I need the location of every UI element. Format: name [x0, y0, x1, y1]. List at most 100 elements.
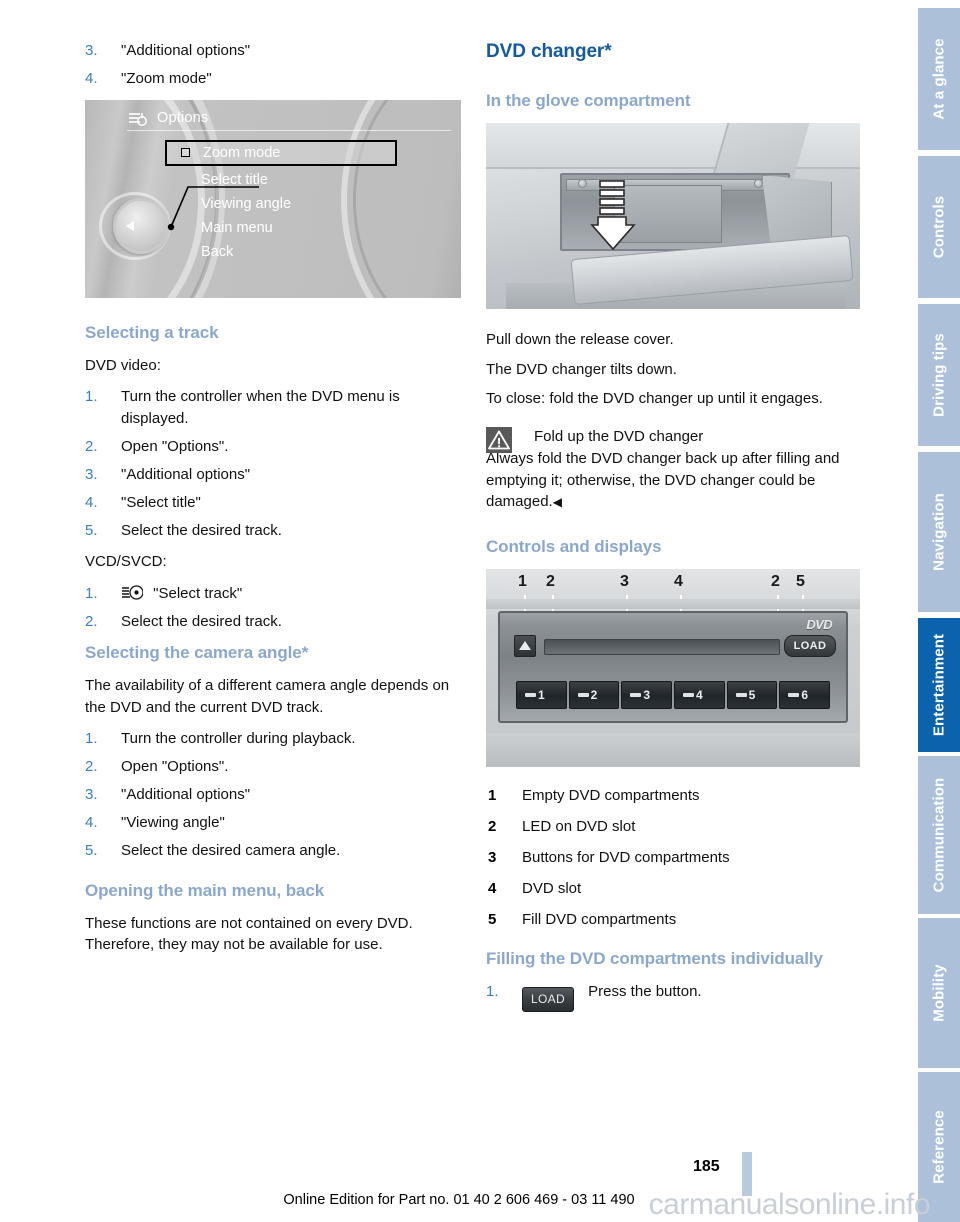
load-button-icon[interactable]: LOAD [522, 987, 574, 1012]
idrive-menu-item-main-menu[interactable]: Main menu [165, 216, 397, 240]
idrive-menu-item-label: Viewing angle [201, 195, 292, 212]
tab-entertainment[interactable]: Entertainment [918, 618, 960, 752]
idrive-controller-knob[interactable] [113, 197, 169, 254]
step-text: "Zoom mode" [121, 70, 212, 87]
tab-mobility[interactable]: Mobility [918, 918, 960, 1068]
idrive-menu-item-select-title[interactable]: Select title [165, 168, 397, 192]
tab-communication[interactable]: Communication [918, 756, 960, 914]
list-item: 2. Select the desired track. [85, 611, 463, 633]
checkbox-icon [181, 147, 190, 157]
tab-label: At a glance [930, 38, 948, 120]
compartment-button-5[interactable]: 5 [726, 680, 778, 709]
tab-label: Entertainment [930, 633, 948, 737]
dvd-changer-unit: DVD LOAD 1 2 3 4 5 6 [498, 610, 848, 723]
list-item: 5. Select the desired track. [85, 520, 463, 542]
list-item: 4 DVD slot [486, 878, 864, 900]
compartment-button-label: 5 [748, 687, 756, 702]
step-text: "Select track" [153, 584, 243, 602]
manual-page: 3. "Additional options" 4. "Zoom mode" O… [0, 0, 960, 1222]
warning-block: Fold up the DVD changer Always fold the … [486, 426, 864, 514]
list-item: 5 Fill DVD compartments [486, 909, 864, 931]
step-number: 1. [85, 388, 98, 405]
compartment-button-6[interactable]: 6 [779, 680, 831, 709]
legend-number: 2 [488, 817, 497, 835]
load-button[interactable]: LOAD [784, 634, 836, 657]
legend-number: 5 [488, 910, 497, 928]
step-number: 4. [85, 493, 98, 511]
trim-panel-bottom [486, 732, 860, 767]
selecting-track-lead: DVD video: [85, 356, 161, 374]
tab-label: Driving tips [930, 333, 948, 417]
tab-at-a-glance[interactable]: At a glance [918, 8, 960, 150]
warning-text-body: Always fold the DVD changer back up afte… [486, 450, 840, 510]
step-number: 4. [85, 70, 98, 87]
tab-label: Reference [930, 1110, 948, 1184]
idrive-menu-item-zoom-mode[interactable]: Zoom mode [165, 139, 397, 166]
dashboard-surface [486, 123, 860, 169]
step-text: "Additional options" [121, 465, 251, 483]
step-text: Select the desired track. [121, 612, 282, 630]
list-item: 3. "Additional options" [85, 40, 463, 62]
idrive-menu-item-label: Zoom mode [203, 144, 281, 161]
list-item: 2. Open "Options". [85, 436, 463, 458]
vcd-svcd-lead: VCD/SVCD: [85, 553, 167, 570]
step-number: 2. [85, 612, 98, 630]
list-item: 1. Turn the controller during playback. [85, 728, 463, 750]
list-item: 4. "Viewing angle" [85, 812, 463, 834]
tab-driving-tips[interactable]: Driving tips [918, 304, 960, 446]
list-item: 4. "Select title" [85, 492, 463, 514]
callout-number: 4 [674, 572, 683, 590]
compartment-button-4[interactable]: 4 [674, 680, 725, 709]
compartment-button-label: 6 [801, 687, 809, 702]
tab-reference[interactable]: Reference [918, 1072, 960, 1222]
glove-compartment-dvd-changer-photo [486, 123, 860, 309]
idrive-menu-item-viewing-angle[interactable]: Viewing angle [165, 192, 397, 216]
chapter-tab-rail: At a glance Controls Driving tips Naviga… [918, 0, 960, 1222]
step-number: 1. [85, 584, 98, 602]
footer-edition-line: Online Edition for Part no. 01 40 2 606 … [283, 1192, 635, 1208]
selecting-track-steps: 1. Turn the controller when the DVD menu… [85, 386, 463, 541]
legend-number: 4 [488, 879, 497, 897]
step-text: Turn the controller when the DVD menu is… [121, 388, 400, 427]
left-column: 3. "Additional options" 4. "Zoom mode" O… [85, 40, 463, 964]
zoom-mode-steps: 3. "Additional options" 4. "Zoom mode" [85, 40, 463, 90]
dvd-changer-front-panel-photo: 1 2 3 4 2 5 DVD LOAD 1 2 3 4 5 6 [486, 568, 860, 767]
callout-number: 2 [771, 572, 780, 590]
idrive-menu-item-back[interactable]: Back [165, 240, 397, 264]
idrive-menu-list: Zoom mode Select title Viewing angle Mai… [165, 139, 397, 264]
glove-line-1: Pull down the release cover. [486, 331, 674, 348]
legend-number: 3 [488, 848, 497, 866]
compartment-button-2[interactable]: 2 [568, 680, 620, 709]
idrive-header-label: Options [157, 109, 209, 126]
trim-panel-top [486, 598, 860, 609]
list-item: 1. Turn the controller when the DVD menu… [85, 386, 463, 429]
glove-line-3: To close: fold the DVD changer up until … [486, 390, 823, 407]
legend-text: DVD slot [522, 879, 582, 897]
list-item: 3. "Additional options" [85, 784, 463, 806]
legend-text: Buttons for DVD compartments [522, 848, 730, 866]
heading-opening-main-menu-back: Opening the main menu, back [85, 880, 325, 900]
compartment-button-1[interactable]: 1 [516, 680, 567, 709]
step-number: 2. [85, 437, 98, 455]
eject-button[interactable] [514, 634, 536, 657]
warning-triangle-icon [486, 426, 512, 453]
compartment-button-3[interactable]: 3 [621, 680, 673, 709]
tab-navigation[interactable]: Navigation [918, 452, 960, 612]
compartment-button-label: 3 [643, 687, 651, 702]
list-item: 1 Empty DVD compartments [486, 785, 864, 807]
camera-angle-body: The availability of a different camera a… [85, 677, 450, 716]
compartment-button-label: 1 [537, 687, 545, 702]
step-number: 3. [85, 786, 98, 803]
step-number: 5. [85, 521, 98, 539]
step-text: Select the desired camera angle. [121, 842, 341, 859]
idrive-header-rule [127, 129, 451, 131]
compartment-button-label: 2 [590, 687, 598, 702]
callout-number: 2 [546, 572, 555, 590]
list-item: 3 Buttons for DVD compartments [486, 847, 864, 869]
led-indicator-icon [683, 692, 695, 697]
led-indicator-icon [630, 692, 642, 697]
led-indicator-icon [788, 692, 800, 697]
screw-icon [578, 179, 587, 188]
tab-controls[interactable]: Controls [918, 156, 960, 298]
callout-number: 5 [796, 572, 805, 590]
